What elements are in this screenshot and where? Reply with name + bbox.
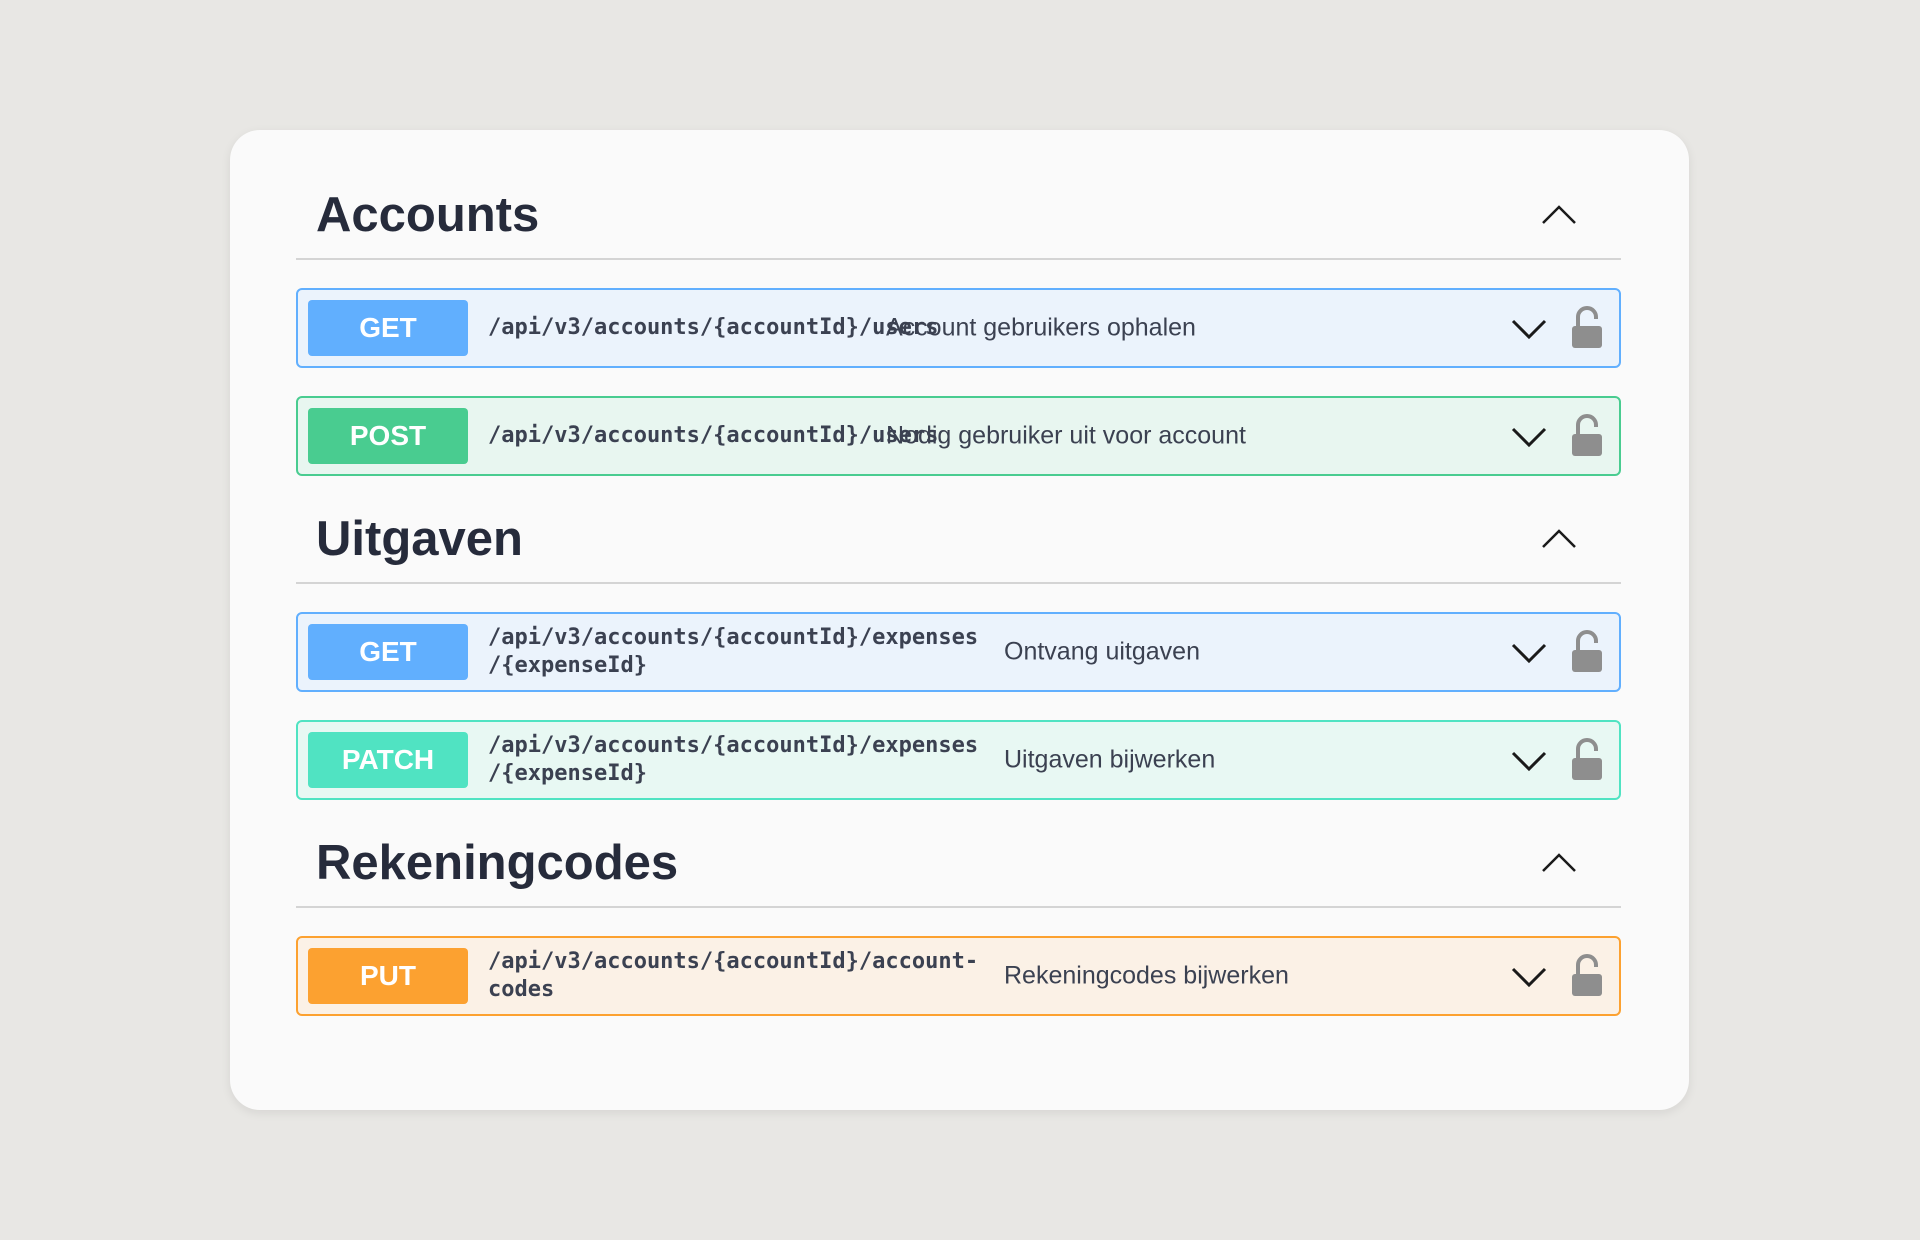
operation-path-line: /api/v3/accounts/{accountId}/expenses [488, 625, 979, 650]
chevron-down-icon[interactable] [1509, 632, 1549, 672]
chevron-up-icon[interactable] [1537, 841, 1581, 885]
operation-path: /api/v3/accounts/{accountId}/account- co… [488, 948, 988, 1004]
operation-path-line: /api/v3/accounts/{accountId}/account- [488, 949, 979, 974]
operations-list: Accounts GET /api/v3/accounts/{accountId… [296, 172, 1621, 1016]
section-header-accounts[interactable]: Accounts [296, 172, 1621, 260]
operation-path-line: /{expenseId} [488, 653, 647, 678]
operation-put-account-codes[interactable]: PUT /api/v3/accounts/{accountId}/account… [296, 936, 1621, 1016]
unlocked-padlock-icon[interactable] [1570, 738, 1604, 782]
section-title: Rekeningcodes [316, 836, 679, 890]
api-docs-card: Accounts GET /api/v3/accounts/{accountId… [230, 130, 1689, 1110]
operation-get-expense[interactable]: GET /api/v3/accounts/{accountId}/expense… [296, 612, 1621, 692]
operation-post-account-users[interactable]: POST /api/v3/accounts/{accountId}/users … [296, 396, 1621, 476]
operation-summary: Ontvang uitgaven [1004, 637, 1200, 666]
operation-summary: Nodig gebruiker uit voor account [886, 421, 1246, 450]
unlocked-padlock-icon[interactable] [1570, 414, 1604, 458]
unlocked-padlock-icon[interactable] [1570, 630, 1604, 674]
chevron-up-icon[interactable] [1537, 517, 1581, 561]
section-header-rekeningcodes[interactable]: Rekeningcodes [296, 820, 1621, 908]
operation-summary: Rekeningcodes bijwerken [1004, 961, 1289, 990]
operation-path-line: /api/v3/accounts/{accountId}/expenses [488, 733, 979, 758]
operation-path: /api/v3/accounts/{accountId}/expenses /{… [488, 624, 988, 680]
operation-patch-expense[interactable]: PATCH /api/v3/accounts/{accountId}/expen… [296, 720, 1621, 800]
operation-summary: Account gebruikers ophalen [886, 313, 1196, 342]
operation-path: /api/v3/accounts/{accountId}/users [488, 315, 939, 340]
operation-path-line: codes [488, 977, 555, 1002]
method-badge: PATCH [308, 732, 468, 788]
unlocked-padlock-icon[interactable] [1570, 954, 1604, 998]
chevron-up-icon[interactable] [1537, 193, 1581, 237]
method-badge: GET [308, 624, 468, 680]
method-badge: POST [308, 408, 468, 464]
chevron-down-icon[interactable] [1509, 956, 1549, 996]
method-badge: GET [308, 300, 468, 356]
operation-summary: Uitgaven bijwerken [1004, 745, 1216, 774]
chevron-down-icon[interactable] [1509, 308, 1549, 348]
method-badge: PUT [308, 948, 468, 1004]
section-title: Accounts [316, 188, 540, 242]
chevron-down-icon[interactable] [1509, 740, 1549, 780]
section-title: Uitgaven [316, 512, 523, 566]
operation-path: /api/v3/accounts/{accountId}/users [488, 423, 939, 448]
operation-get-account-users[interactable]: GET /api/v3/accounts/{accountId}/users A… [296, 288, 1621, 368]
chevron-down-icon[interactable] [1509, 416, 1549, 456]
operation-path-line: /{expenseId} [488, 761, 647, 786]
section-header-uitgaven[interactable]: Uitgaven [296, 496, 1621, 584]
operation-path: /api/v3/accounts/{accountId}/expenses /{… [488, 732, 988, 788]
unlocked-padlock-icon[interactable] [1570, 306, 1604, 350]
